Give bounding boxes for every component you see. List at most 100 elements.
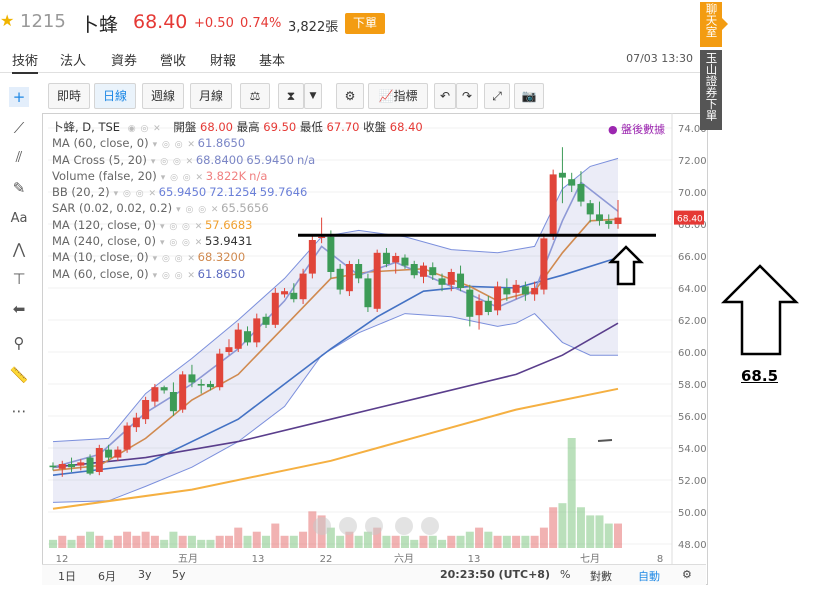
legend-row-value: 57.6683 [204, 217, 253, 232]
volume-bar [567, 438, 576, 548]
legend-row[interactable]: MA (10, close, 0) ▾ ◎ ◎ ✕ 68.3200 [52, 249, 423, 265]
legend-symbol-title[interactable]: 卜蜂, D, TSE [52, 120, 120, 134]
range-6m[interactable]: 6月 [98, 568, 116, 584]
low-value: 67.70 [326, 120, 360, 134]
after-hours-data-link[interactable]: ● 盤後數據 [608, 121, 665, 137]
price-tick-label: 54.00 [678, 444, 707, 455]
auto-scale-toggle[interactable]: 自動 [638, 568, 660, 584]
volume-bar [95, 535, 104, 548]
volume-bar [391, 535, 400, 548]
candle-body [475, 300, 483, 316]
candle-body [521, 286, 529, 295]
candle-body [540, 238, 548, 290]
candle-body [123, 425, 131, 450]
legend-row-value: 61.8650 [197, 266, 246, 281]
legend-row-value2: 65.9450 [246, 152, 294, 167]
volume-bar [271, 523, 280, 548]
volume-bar [502, 535, 511, 548]
legend-row-label: Volume (false, 20) [52, 168, 157, 183]
broker-order-tab[interactable]: 玉山證券下單 [700, 50, 722, 130]
volume-bar [419, 535, 428, 548]
log-toggle[interactable]: 對數 [590, 568, 612, 584]
legend-row-value: 68.3200 [197, 250, 246, 265]
candle-body [605, 220, 613, 224]
chat-room-tab[interactable]: 聊天室 [700, 2, 722, 47]
nav-control-button [339, 517, 357, 535]
volume-bar [206, 539, 215, 548]
legend-row-value: 65.9450 [158, 185, 207, 200]
legend-row-value2: n/a [249, 168, 268, 183]
chart-bottom-bar: 1日 6月 3y 5y 20:23:50 (UTC+8) % 對數 自動 ⚙ [42, 564, 706, 585]
volume-bar [262, 535, 271, 548]
legend-row-value: 3.822K [205, 168, 247, 183]
legend-row[interactable]: MA (60, close, 0) ▾ ◎ ◎ ✕ 61.8650 [52, 135, 423, 151]
volume-bar [604, 523, 613, 548]
candle-body [447, 272, 455, 285]
volume-bar [456, 535, 465, 548]
candle-body [558, 172, 566, 178]
legend-row[interactable]: MA Cross (5, 20) ▾ ◎ ◎ ✕ 68.8400 65.9450 n/a [52, 152, 423, 168]
volume-bar [382, 535, 391, 548]
price-tick-label: 60.00 [678, 348, 707, 359]
candle-body [512, 284, 520, 293]
candle-body [197, 384, 205, 386]
legend-row-label: MA Cross (5, 20) [52, 152, 147, 167]
legend-row[interactable]: BB (20, 2) ▾ ◎ ◎ ✕ 65.9450 72.1254 59.7646 [52, 184, 423, 200]
settings-gear-icon[interactable]: ⚙ [682, 568, 692, 581]
candle-body [68, 464, 76, 468]
legend-row-label: MA (240, close, 0) [52, 234, 156, 249]
volume-bar [530, 535, 539, 548]
indicator-legend: 卜蜂, D, TSE ◉ ◎ ✕ 開盤 68.00 最高 69.50 最低 67… [52, 119, 423, 282]
legend-row-value3: n/a [296, 152, 316, 167]
volume-bar [484, 531, 493, 548]
volume-bar [178, 535, 187, 548]
candle-body [281, 291, 289, 295]
volume-bar [67, 539, 76, 548]
price-tick-label: 72.00 [678, 156, 707, 167]
nav-control-button [365, 517, 383, 535]
candle-body [234, 329, 242, 349]
legend-row-label: MA (60, close, 0) [52, 136, 149, 151]
volume-bar [150, 535, 159, 548]
candle-body [429, 267, 437, 276]
candle-body [77, 462, 85, 466]
server-time: 20:23:50 (UTC+8) [440, 568, 550, 581]
volume-bar [447, 535, 456, 548]
percent-toggle[interactable]: % [560, 568, 570, 581]
candle-body [494, 286, 502, 311]
legend-row[interactable]: Volume (false, 20) ▾ ◎ ◎ ✕ 3.822K n/a [52, 168, 423, 184]
legend-row[interactable]: MA (240, close, 0) ▾ ◎ ◎ ✕ 53.9431 [52, 233, 423, 249]
volume-bar [76, 535, 85, 548]
volume-bar [141, 531, 150, 548]
volume-bar [428, 535, 437, 548]
last-price-label: 68.40 [677, 215, 703, 225]
volume-bar [187, 535, 196, 548]
price-tick-label: 52.00 [678, 476, 707, 487]
legend-row-label: SAR (0.02, 0.02, 0.2) [52, 201, 173, 216]
volume-bar [586, 515, 595, 548]
nav-control-button [313, 517, 331, 535]
up-arrow-annotation [720, 264, 800, 356]
volume-bar [558, 503, 567, 548]
price-tick-label: 58.00 [678, 380, 707, 391]
high-label: 最高 [236, 120, 260, 134]
volume-bar [354, 535, 363, 548]
range-1d[interactable]: 1日 [58, 568, 76, 584]
range-3y[interactable]: 3y [138, 568, 152, 581]
legend-row-value: 65.5656 [221, 201, 269, 216]
candle-body [132, 417, 140, 428]
volume-bar [104, 539, 113, 548]
candle-body [531, 288, 539, 295]
price-marker-dash [597, 439, 613, 442]
volume-bar [215, 535, 224, 548]
legend-row[interactable]: MA (60, close, 0) ▾ ◎ ◎ ✕ 61.8650 [52, 266, 423, 282]
volume-bar [252, 531, 261, 548]
legend-row-value3: 59.7646 [259, 185, 308, 200]
legend-row[interactable]: SAR (0.02, 0.02, 0.2) ▾ ◎ ◎ ✕ 65.5656 [52, 200, 423, 216]
candle-body [614, 217, 622, 224]
legend-row[interactable]: MA (120, close, 0) ▾ ◎ ◎ ✕ 57.6683 [52, 217, 423, 233]
range-5y[interactable]: 5y [172, 568, 186, 581]
legend-row-controls[interactable]: ▾ ◎ ◎ ✕ [153, 268, 195, 284]
price-tick-label: 62.00 [678, 316, 707, 327]
after-hours-label: 盤後數據 [621, 123, 666, 136]
